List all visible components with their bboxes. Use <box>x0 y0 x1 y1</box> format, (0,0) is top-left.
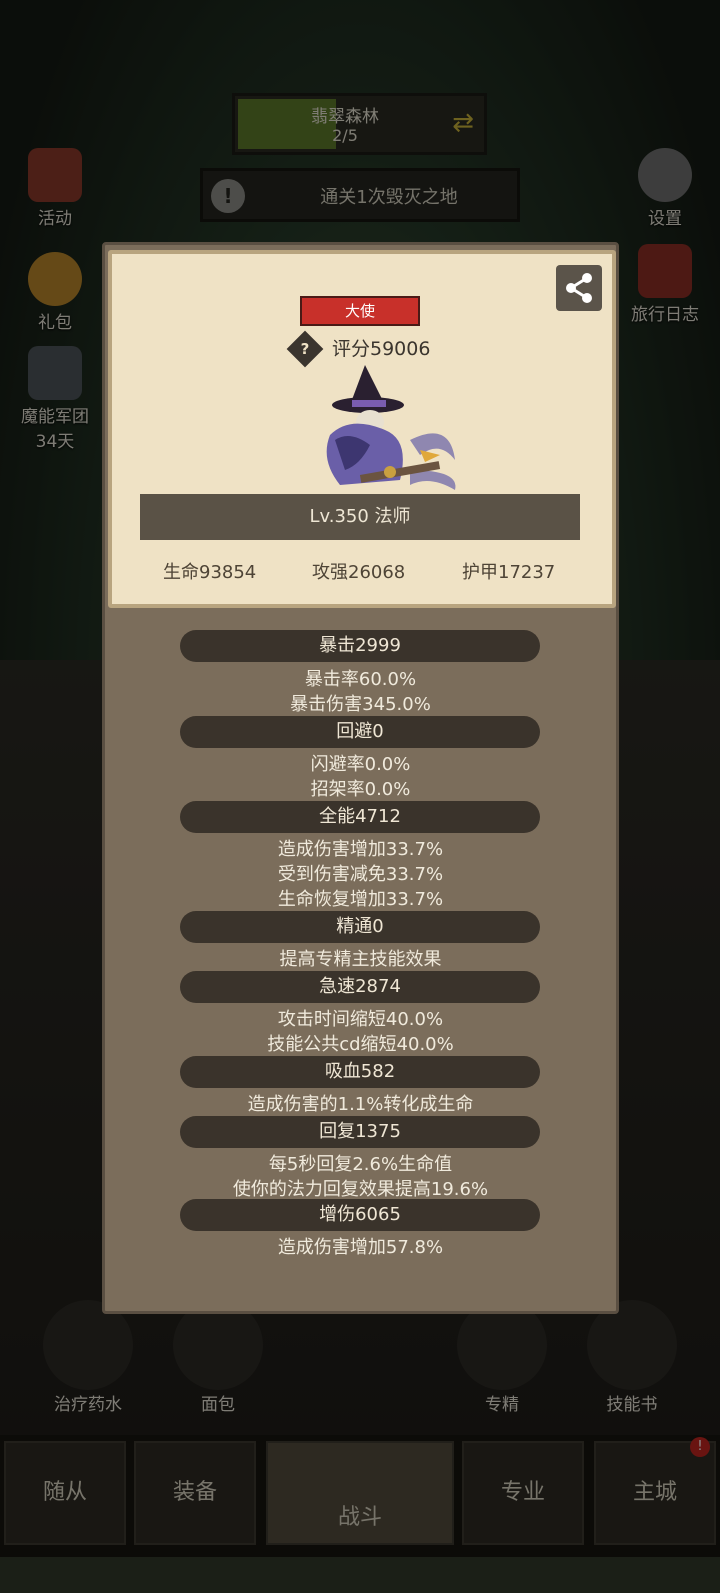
stat-detail: 技能公共cd缩短40.0% <box>267 1034 454 1055</box>
stat-detail: 闪避率0.0% <box>310 754 411 775</box>
stat-detail: 造成伤害的1.1%转化成生命 <box>247 1094 474 1115</box>
level-class-bar: Lv.350 法师 <box>140 494 580 540</box>
hp-stat: 生命93854 <box>163 562 257 583</box>
stat-detail: 生命恢复增加33.7% <box>277 889 444 910</box>
mage-hero-avatar <box>326 365 456 490</box>
stat-detail: 受到伤害减免33.7% <box>277 864 444 885</box>
stat-detail: 造成伤害增加57.8% <box>277 1237 444 1258</box>
stat-detail: 暴击率60.0% <box>304 669 417 690</box>
stat-detail: 提高专精主技能效果 <box>279 949 442 970</box>
stat-section-mastery: 精通0 <box>180 911 540 943</box>
stat-detail: 暴击伤害345.0% <box>290 694 431 715</box>
stat-section-versatility: 全能4712 <box>180 801 540 833</box>
stat-detail: 攻击时间缩短40.0% <box>277 1009 444 1030</box>
stat-detail: 使你的法力回复效果提高19.6% <box>232 1179 489 1200</box>
stat-section-dodge: 回避0 <box>180 716 540 748</box>
stat-detail: 招架率0.0% <box>310 779 411 800</box>
rank-badge: 大使 <box>300 296 420 326</box>
stat-section-regen: 回复1375 <box>180 1116 540 1148</box>
stat-detail: 每5秒回复2.6%生命值 <box>268 1154 453 1175</box>
score-text: 评分59006 <box>332 338 431 360</box>
stat-section-lifesteal: 吸血582 <box>180 1056 540 1088</box>
stat-detail: 造成伤害增加33.7% <box>277 839 444 860</box>
armor-stat: 护甲17237 <box>462 562 556 583</box>
share-icon[interactable] <box>556 265 602 311</box>
stat-section-damage: 增伤6065 <box>180 1199 540 1231</box>
attack-stat: 攻强26068 <box>312 562 406 583</box>
stat-section-crit: 暴击2999 <box>180 630 540 662</box>
stat-section-haste: 急速2874 <box>180 971 540 1003</box>
